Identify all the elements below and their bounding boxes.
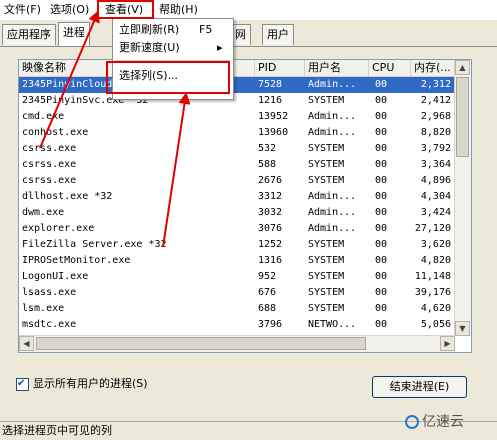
annotation-arrow-to-view-menu [39, 10, 100, 149]
annotation-arrows [39, 10, 191, 248]
annotation-arrow-to-select-columns [162, 92, 191, 248]
